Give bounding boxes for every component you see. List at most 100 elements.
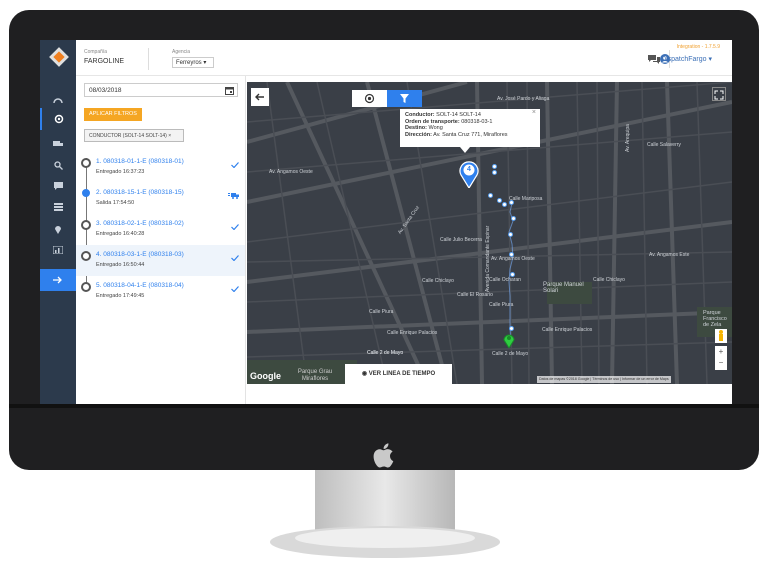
apply-filters-button[interactable]: APLICAR FILTROS [84,108,142,121]
locate-button[interactable] [352,90,387,107]
street-label: Calle Julio Becerra [440,237,482,243]
map-view[interactable]: Av. José Pardo y Aliaga Av. Angamos Oest… [247,82,732,384]
location-icon[interactable] [40,218,76,240]
info-window: × Conductor: SOLT-14 SOLT-14 Orden de tr… [400,109,540,147]
list-item-selected[interactable]: 4. 080318-03-1-E (080318-03) Entregado 1… [76,245,245,276]
info-window-tail [460,147,470,153]
stop-subtitle: Entregado 17:49:45 [96,293,145,299]
icon-sidebar [40,40,76,404]
route-point[interactable] [508,232,513,237]
stop-subtitle: Salida 17:54:50 [96,200,135,206]
target-icon [364,93,375,104]
street-label: Calle 2 de Mayo [367,350,404,356]
agency-select[interactable]: Ferreyros ▾ [172,57,214,68]
start-pin-icon[interactable] [503,332,515,348]
info-orden: 080318-03-1 [461,118,493,125]
check-icon [231,162,239,168]
info-destino: Wong [428,125,443,132]
check-icon [231,224,239,230]
route-point[interactable] [510,272,515,277]
zoom-out-button[interactable]: − [715,357,727,368]
stop-title: 5. 080318-04-1-E (080318-04) [96,282,184,289]
chevron-down-icon: ▾ [203,60,207,66]
route-point[interactable] [509,326,514,331]
street-label: Calle Mariposa [509,196,543,202]
marker-number: 4 [467,166,471,173]
zoom-in-button[interactable]: + [715,346,727,357]
stop-subtitle: Entregado 16:37:23 [96,169,145,175]
park-label: Parque Manuel Solari [543,282,584,294]
street-label: Calle Piura [369,309,394,315]
filter-chip[interactable]: CONDUCTOR (SOLT-14 SOLT-14) × [84,129,184,142]
stop-subtitle: Entregado 16:50:44 [96,262,145,268]
street-label: Av. Arequipa [625,124,631,152]
tracking-icon[interactable] [40,108,76,130]
route-point[interactable] [509,252,514,257]
monitor-stand-base [270,526,500,558]
info-label: Dirección: [405,131,432,138]
street-label: Calle Chiclayo [422,278,454,284]
route-point[interactable] [511,216,516,221]
filter-button[interactable] [387,90,422,107]
map-mode-toggle [352,90,422,107]
list-item[interactable]: 2. 080318-15-1-E (080318-15) Salida 17:5… [76,183,245,214]
check-icon [231,286,239,292]
close-icon[interactable]: × [168,133,171,139]
zoom-control: + − [715,346,727,370]
park-label: Parque Grau Miraflores [297,369,333,382]
street-label: Av. Angamos Este [649,252,690,258]
truck-icon [228,193,239,199]
timeline-button-label: VER LINEA DE TIEMPO [368,371,436,377]
calendar-icon[interactable] [225,86,234,95]
back-button[interactable] [251,88,269,106]
stop-marker-icon [81,220,91,230]
chat-icon[interactable] [648,54,660,64]
route-panel: 08/03/2018 APLICAR FILTROS CONDUCTOR (SO… [76,76,246,404]
street-label: Calle Enrique Palacios [387,330,438,336]
route-point[interactable] [492,170,497,175]
map-footer [247,384,732,404]
street-label: Calle Ocharan [489,277,521,283]
route-point[interactable] [509,200,514,205]
list-item[interactable]: 1. 080318-01-1-E (080318-01) Entregado 1… [76,152,245,183]
app-screen: Compañía FARGOLINE Agencia Ferreyros ▾ I… [40,40,732,404]
list-item[interactable]: 3. 080318-02-1-E (080318-02) Entregado 1… [76,214,245,245]
message-icon[interactable] [40,175,76,197]
route-point[interactable] [492,164,497,169]
route-point[interactable] [488,193,493,198]
street-label: Av. Angamos Oeste [269,169,313,175]
search-icon[interactable] [40,154,76,176]
agency-value: Ferreyros [176,60,202,66]
stop-title: 1. 080318-01-1-E (080318-01) [96,158,184,165]
street-label: Calle Enrique Palacios [542,327,593,333]
google-logo: Google [250,371,281,381]
route-point[interactable] [502,202,507,207]
selected-stop-marker[interactable]: 4 [459,160,479,193]
truck-icon[interactable] [40,133,76,155]
route-point[interactable] [497,198,502,203]
stop-marker-icon [81,158,91,168]
street-label: Calle El Rosario [457,292,493,298]
list-icon[interactable] [40,196,76,218]
company-value[interactable]: FARGOLINE [84,58,124,65]
reports-icon[interactable] [40,239,76,261]
expand-arrow-icon[interactable] [40,269,76,291]
list-item[interactable]: 5. 080318-04-1-E (080318-04) Entregado 1… [76,276,245,307]
street-label: Av. José Pardo y Aliaga [497,96,550,102]
close-icon[interactable]: × [532,109,536,117]
user-name: DispatchFargo [661,56,707,63]
user-menu[interactable]: DispatchFargo ▾ [661,55,712,63]
date-input[interactable]: 08/03/2018 [84,83,238,97]
stop-marker-icon [81,251,91,261]
map-attribution[interactable]: Datos de mapas ©2018 Google | Términos d… [537,376,671,383]
park-label: Parque Francisco de Zela [703,310,727,328]
app-logo-icon [49,47,69,67]
street-label: Calle Salaverry [647,142,681,148]
stop-marker-icon [81,282,91,292]
street-view-icon[interactable] [715,329,727,343]
eye-icon: ◉ [361,371,368,377]
monitor-chin-divider [9,404,759,408]
timeline-button[interactable]: ◉ VER LINEA DE TIEMPO [345,364,452,384]
filter-icon [400,94,409,103]
fullscreen-button[interactable] [712,87,726,101]
